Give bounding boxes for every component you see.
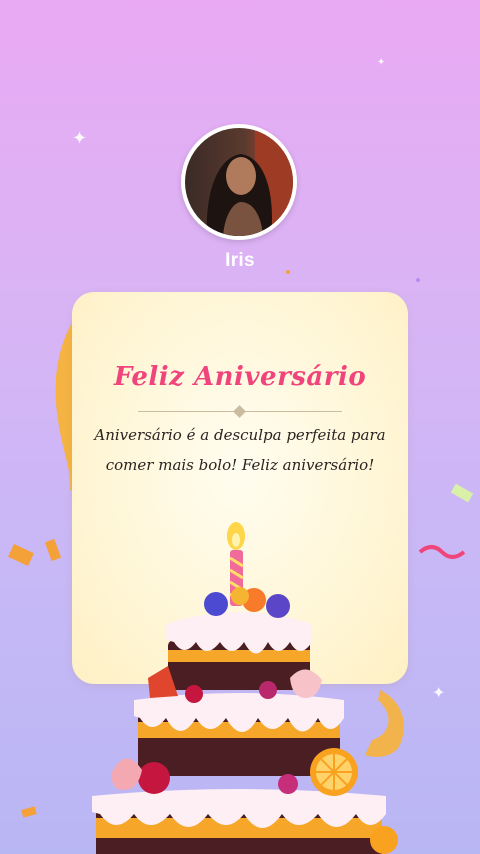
card-message-line2: comer mais bolo! Feliz aniversário!	[105, 456, 375, 474]
avatar-photo	[185, 128, 293, 236]
birthday-cake-illustration	[92, 522, 398, 854]
card-title: Feliz Aniversário	[113, 362, 367, 392]
confetti	[416, 278, 420, 282]
cake-top-tier	[166, 587, 312, 690]
avatar[interactable]	[181, 124, 297, 240]
avatar-portrait	[206, 128, 293, 236]
profile-name: Iris	[225, 250, 255, 271]
card-message-line1: Aniversário é a desculpa perfeita para	[94, 426, 386, 444]
